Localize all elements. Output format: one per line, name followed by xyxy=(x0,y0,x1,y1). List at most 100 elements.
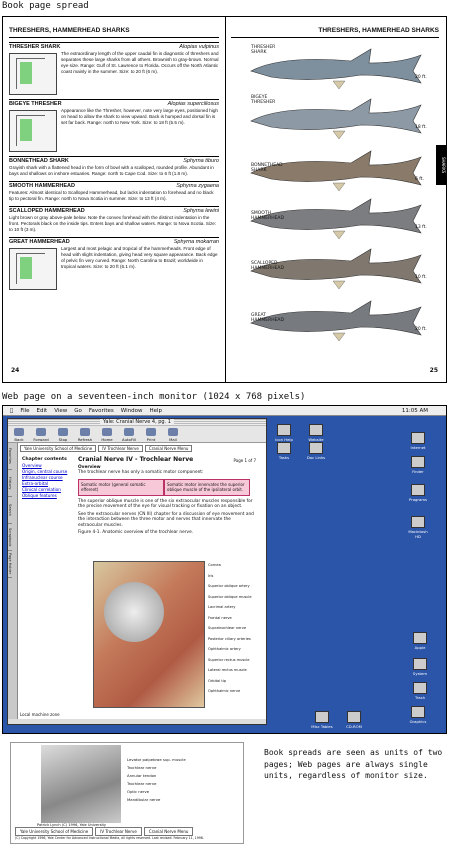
species-description: The extraordinary length of the upper ca… xyxy=(61,51,219,74)
species-scientific-name: Sphyrna tiburo xyxy=(183,158,219,164)
side-tab[interactable]: History xyxy=(8,470,12,497)
desktop-icon[interactable]: Macintosh HD xyxy=(405,516,431,539)
menu-item[interactable]: Go xyxy=(74,408,82,414)
species-scientific-name: Sphyrna mokarran xyxy=(173,239,219,245)
anatomy-illustration xyxy=(93,561,205,708)
toolbar-button-label: AutoFill xyxy=(122,437,136,442)
species-entry: SCALLOPED HAMMERHEAD Sphyrna lewini Light … xyxy=(9,206,219,233)
folder-icon xyxy=(411,516,425,528)
folder-icon xyxy=(347,711,361,723)
menu-item[interactable]: File xyxy=(20,408,29,414)
species-scientific-name: Sphyrna lewini xyxy=(183,208,219,214)
anatomy-label: Cornea xyxy=(208,563,221,567)
species-scientific-name: Alopias superciliosus xyxy=(167,101,219,107)
navbar-item[interactable]: IV Trochlear Nerve xyxy=(98,445,143,452)
toolbar-icon xyxy=(146,428,156,436)
toolbar-button[interactable]: Forward xyxy=(30,428,52,442)
desktop-icon-label: Internet xyxy=(410,445,426,450)
species-entry: GREAT HAMMERHEAD Sphyrna mokarran Largest … xyxy=(9,237,219,290)
toolbar-icon xyxy=(14,428,24,436)
toolbar-button[interactable]: Stop xyxy=(52,428,74,442)
site-navbar: Yale University School of Medicine IV Tro… xyxy=(20,445,262,452)
right-page: THRESHERS, HAMMERHEAD SHARKS xyxy=(231,27,439,38)
navbar-item[interactable]: Cranial Nerve Menu xyxy=(144,445,193,452)
toolbar-icon xyxy=(124,428,134,436)
side-tab[interactable]: Scrapbook xyxy=(8,524,12,551)
menu-item[interactable]: Window xyxy=(121,408,143,414)
browser-toolbar: Back Forward Stop Refresh Home AutoFill Print M… xyxy=(8,426,266,443)
desktop-icon[interactable]: Icon Help xyxy=(271,424,297,442)
anatomy-label: Iris xyxy=(208,573,214,578)
toolbar-button[interactable]: Refresh xyxy=(74,428,96,442)
desktop-icon[interactable]: Doc Links xyxy=(303,442,329,460)
menu-clock: 11:05 AM xyxy=(401,407,428,414)
desktop-icon[interactable]: Programs xyxy=(405,484,431,502)
species-header: SMOOTH HAMMERHEAD Sphyrna zygaena xyxy=(9,181,219,189)
species-entry: THRESHER SHARK Alopias vulpinus The extrao… xyxy=(9,42,219,95)
crop-navbar-item[interactable]: IV Trochlear Nerve xyxy=(95,827,142,836)
species-description: Appearance like the Thresher, however, n… xyxy=(61,108,218,125)
anatomy-label: Ophthalmic artery xyxy=(208,647,241,651)
folder-icon xyxy=(411,456,425,468)
species-description: Grayish shark with a flattened head in t… xyxy=(9,165,214,176)
species-name: GREAT HAMMERHEAD xyxy=(9,239,70,245)
chapter-link[interactable]: Oblique features xyxy=(22,493,72,499)
desktop-icon[interactable]: CD-ROM xyxy=(341,711,367,729)
desktop-icon-label: Apple xyxy=(414,645,426,650)
desktop-icon-label: Tasks xyxy=(278,455,290,460)
crop-anatomy-label: Trochlear nerve xyxy=(127,781,157,786)
side-tab[interactable]: Page Holder xyxy=(8,551,12,578)
range-shading xyxy=(20,62,32,84)
comparison-note: Book spreads are seen as units of two pa… xyxy=(264,748,443,780)
toolbar-button-label: Forward xyxy=(33,437,49,442)
desktop-icon[interactable]: Finder xyxy=(405,456,431,474)
menu-item[interactable]: View xyxy=(54,408,67,414)
species-entry: BONNETHEAD SHARK Sphyrna tiburo Grayish sh… xyxy=(9,156,219,177)
navbar-item[interactable]: Yale University School of Medicine xyxy=(20,445,97,452)
toolbar-icon xyxy=(102,428,112,436)
crop-anatomy-label: Optic nerve xyxy=(127,789,150,794)
web-caption: Web page on a seventeen-inch monitor (10… xyxy=(2,392,306,402)
menu-item[interactable]: Favorites xyxy=(89,408,114,414)
range-map xyxy=(9,53,57,95)
crop-navbar-item[interactable]: Cranial Nerve Menu xyxy=(143,827,194,836)
species-text: Appearance like the Thresher, however, n… xyxy=(9,108,219,152)
species-name: BONNETHEAD SHARK xyxy=(9,158,69,164)
desktop-icon-label: Misc Tables xyxy=(311,724,333,729)
toolbar-button[interactable]: AutoFill xyxy=(118,428,140,442)
paragraph-2: See the extraocular nerves (CN III) chap… xyxy=(78,511,254,528)
anatomy-label: Ophthalmic nerve xyxy=(208,689,241,693)
side-tab[interactable]: Favorites xyxy=(8,443,12,470)
crop-footer: (C) Copyright 1996, Yale Center for Adva… xyxy=(15,836,204,840)
side-tab[interactable]: Search xyxy=(8,497,12,524)
folder-icon xyxy=(315,711,329,723)
desktop-icon-label: Trash xyxy=(414,695,426,700)
species-header: BIGEYE THRESHER Alopias superciliosus xyxy=(9,99,219,107)
menu-item[interactable]: Help xyxy=(149,408,162,414)
page-title: Cranial Nerve IV - Trochlear Nerve xyxy=(78,456,194,463)
desktop-icon[interactable]: Trash xyxy=(407,682,433,700)
window-title-bar[interactable]: Yale: Cranial Nerve 4, pg. 1 xyxy=(8,419,266,426)
desktop-icon[interactable]: Apple xyxy=(407,632,433,650)
menu-item[interactable]: Edit xyxy=(37,408,48,414)
desktop-icon-label: Macintosh HD xyxy=(408,529,428,539)
desktop-icon[interactable]: Tasks xyxy=(271,442,297,460)
anatomy-label: Supratrochlear nerve xyxy=(208,626,247,630)
eyeball-drawing xyxy=(104,582,164,642)
toolbar-button[interactable]: Home xyxy=(96,428,118,442)
species-text: Largest and most pelagic and tropical of… xyxy=(9,246,219,290)
anatomy-label: Superior oblique artery xyxy=(208,584,250,588)
status-bar: Local machine zone xyxy=(20,712,60,717)
desktop-icon[interactable]: Internet xyxy=(405,432,431,450)
desktop-icon[interactable]: System xyxy=(407,658,433,676)
toolbar-button[interactable]: Print xyxy=(140,428,162,442)
crop-navbar-item[interactable]: Yale University School of Medicine xyxy=(15,827,94,836)
desktop-icon[interactable]: Graphics xyxy=(405,706,431,724)
toolbar-icon xyxy=(168,428,178,436)
desktop-icon[interactable]: Misc Tables xyxy=(309,711,335,729)
toolbar-button[interactable]: Back xyxy=(8,428,30,442)
species-text: Features: Almost identical to Scalloped … xyxy=(9,190,219,202)
illustration-size: 10 ft. xyxy=(415,275,427,280)
toolbar-button[interactable]: Mail xyxy=(162,428,184,442)
illustration-label: BONNETHEAD SHARK xyxy=(251,163,283,173)
